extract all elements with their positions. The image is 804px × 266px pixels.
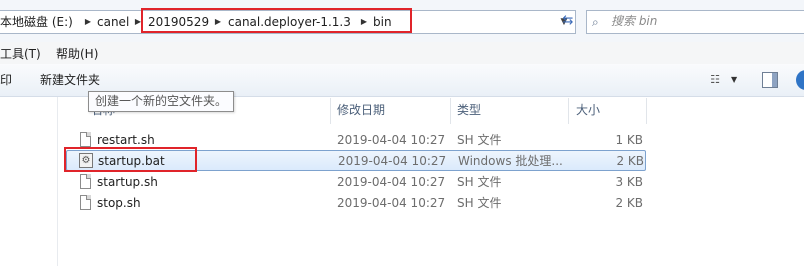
file-type: SH 文件 bbox=[457, 133, 502, 147]
search-icon: ⌕ bbox=[592, 15, 599, 29]
command-print-button[interactable]: 印 bbox=[0, 72, 12, 88]
file-date: 2019-04-04 10:27 bbox=[338, 154, 447, 168]
navigation-pane[interactable] bbox=[0, 97, 58, 266]
search-box[interactable]: ⌕ bbox=[586, 10, 804, 34]
new-folder-button[interactable]: 新建文件夹 bbox=[40, 72, 100, 88]
file-name: stop.sh bbox=[97, 196, 141, 210]
menu-tools[interactable]: 工具(T) bbox=[0, 46, 41, 62]
refresh-icon[interactable]: ⇆ bbox=[556, 10, 580, 32]
menu-help[interactable]: 帮助(H) bbox=[56, 46, 98, 62]
file-size: 1 KB bbox=[615, 133, 643, 147]
view-chevron-down-icon[interactable]: ▼ bbox=[731, 72, 741, 88]
file-size: 2 KB bbox=[615, 196, 643, 210]
column-divider[interactable] bbox=[330, 98, 331, 124]
file-icon bbox=[80, 195, 91, 210]
file-row[interactable]: stop.sh 2019-04-04 10:27 SH 文件 2 KB bbox=[66, 193, 646, 214]
column-header-date[interactable]: 修改日期 bbox=[337, 98, 385, 122]
column-divider[interactable] bbox=[568, 98, 569, 124]
column-header-type[interactable]: 类型 bbox=[457, 98, 481, 122]
breadcrumb-canel[interactable]: canel bbox=[97, 14, 129, 30]
file-date: 2019-04-04 10:27 bbox=[337, 175, 446, 189]
file-date: 2019-04-04 10:27 bbox=[337, 196, 446, 210]
menu-bar: 工具(T) 帮助(H) bbox=[0, 42, 804, 65]
file-type: SH 文件 bbox=[457, 196, 502, 210]
file-icon bbox=[80, 132, 91, 147]
new-folder-tooltip: 创建一个新的空文件夹。 bbox=[88, 91, 235, 112]
file-size: 3 KB bbox=[615, 175, 643, 189]
preview-pane-icon[interactable] bbox=[762, 72, 778, 88]
highlight-box-startup-bat bbox=[64, 147, 197, 172]
file-row[interactable]: startup.sh 2019-04-04 10:27 SH 文件 3 KB bbox=[66, 172, 646, 193]
highlight-box-address bbox=[141, 8, 412, 33]
search-input[interactable] bbox=[611, 13, 791, 29]
file-name: startup.sh bbox=[97, 175, 158, 189]
column-divider[interactable] bbox=[450, 98, 451, 124]
file-date: 2019-04-04 10:27 bbox=[337, 133, 446, 147]
breadcrumb-drive[interactable]: 本地磁盘 (E:) bbox=[0, 14, 73, 30]
file-icon bbox=[80, 174, 91, 189]
file-type: SH 文件 bbox=[457, 175, 502, 189]
column-divider[interactable] bbox=[646, 98, 647, 124]
file-size: 2 KB bbox=[616, 154, 644, 168]
help-icon[interactable] bbox=[796, 70, 804, 90]
column-header-size[interactable]: 大小 bbox=[576, 98, 600, 122]
file-type: Windows 批处理... bbox=[458, 154, 563, 168]
breadcrumb-chevron-icon[interactable]: ▶ bbox=[84, 14, 92, 30]
view-options-icon[interactable]: ☷ bbox=[707, 72, 723, 88]
